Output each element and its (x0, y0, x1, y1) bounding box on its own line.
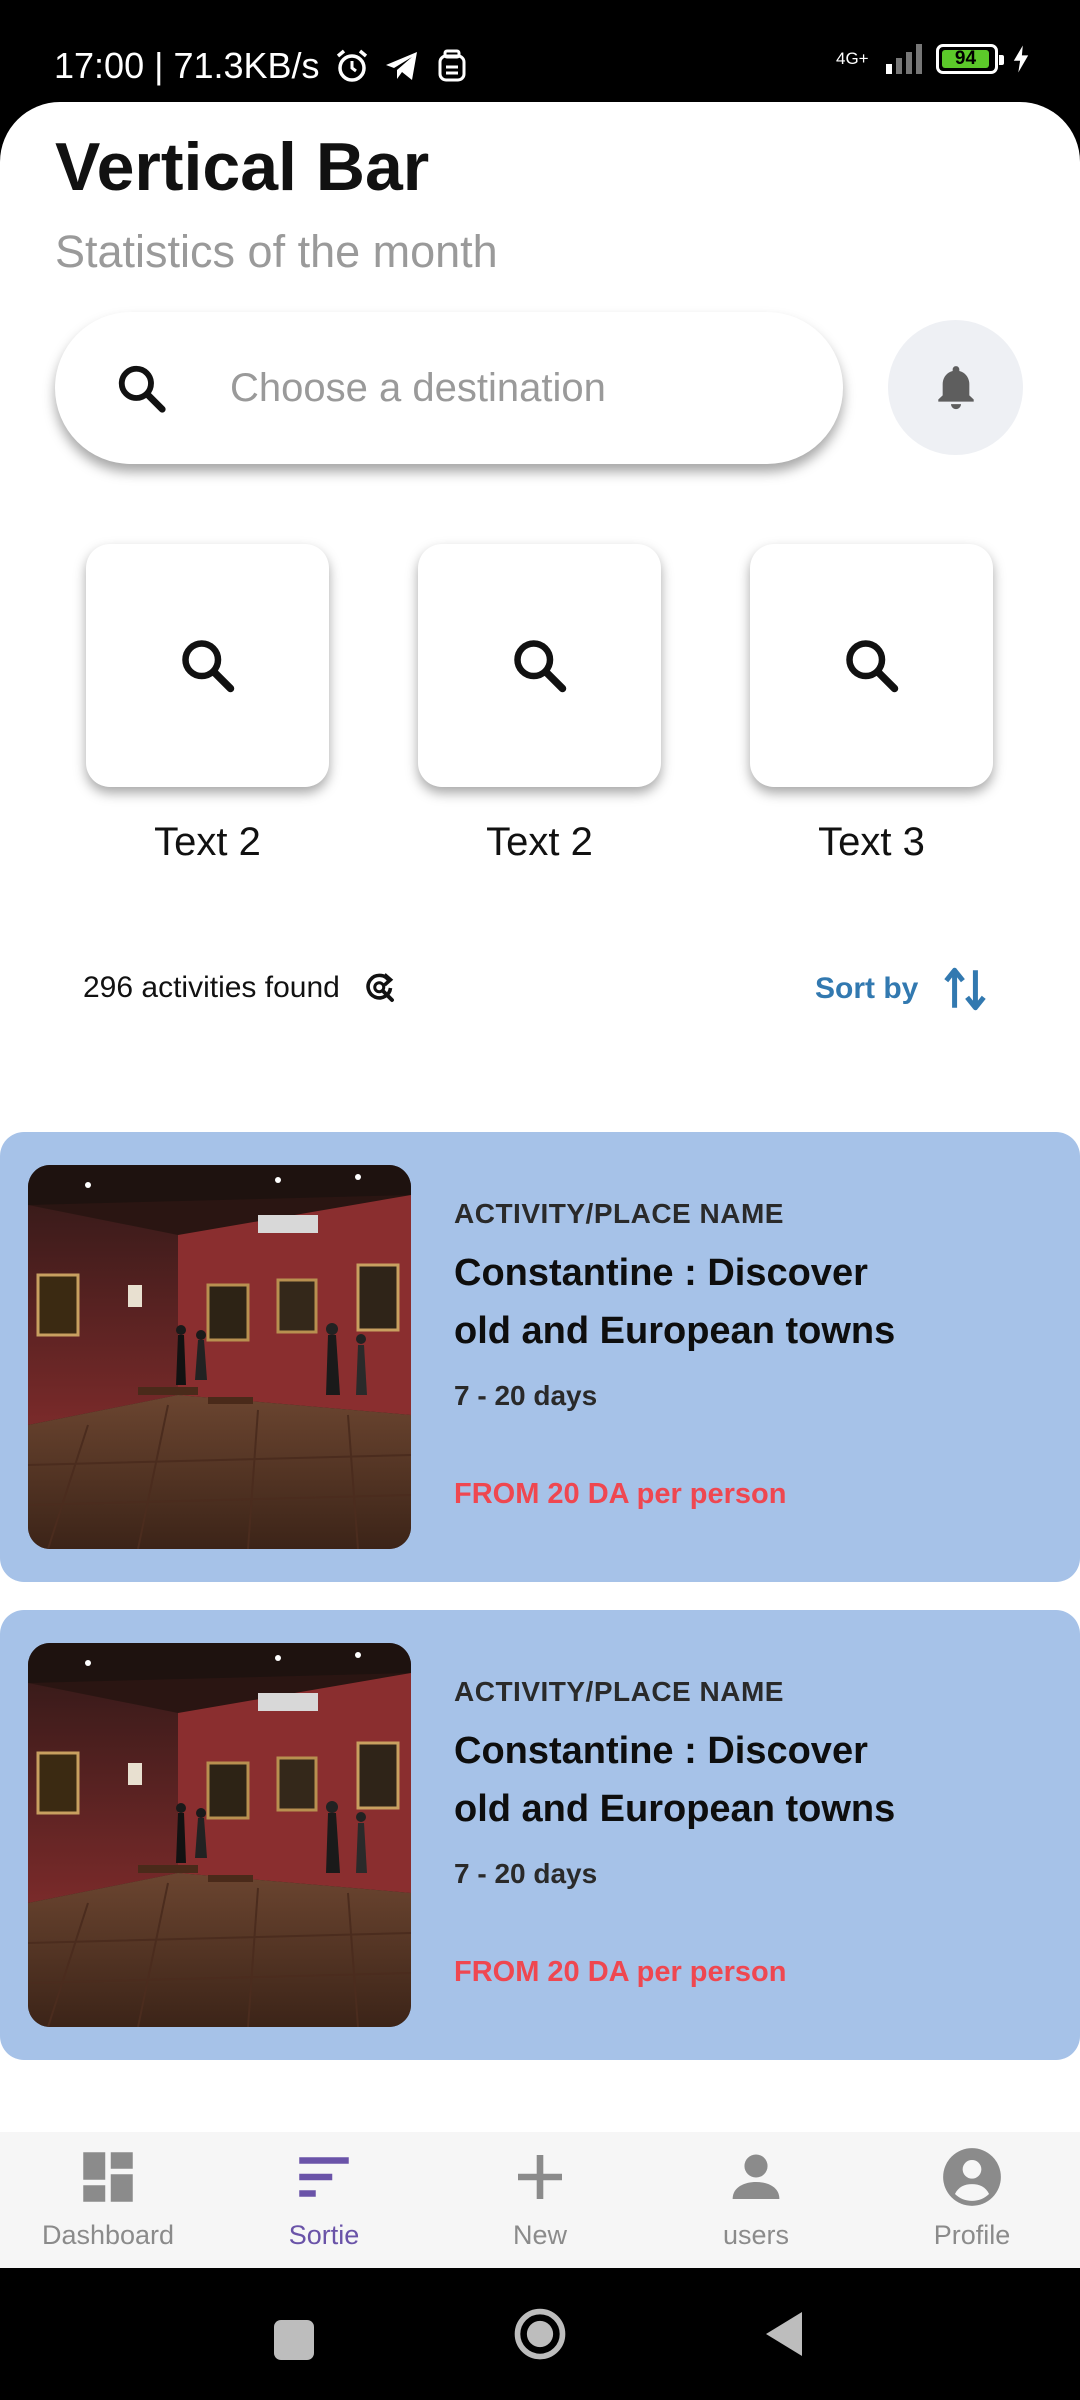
status-right: 4G+ 94 (836, 44, 1030, 74)
sort-arrows-icon (944, 967, 987, 1011)
quick-tile-3[interactable] (750, 544, 993, 787)
recent-apps-icon[interactable] (270, 2302, 318, 2366)
activity-title: Constantine : Discover old and European … (454, 1730, 896, 1830)
account-circle-icon (943, 2148, 1001, 2206)
bottom-navigation: Dashboard Sortie New users Profile (0, 2132, 1080, 2268)
page-title: Vertical Bar (55, 129, 430, 205)
search-icon (514, 640, 567, 693)
activity-eyebrow: ACTIVITY/PLACE NAME (454, 1676, 784, 1707)
charging-icon (1013, 45, 1029, 73)
network-type: 4G+ (836, 49, 869, 68)
quick-tile-1[interactable] (86, 544, 329, 787)
activity-price: FROM 20 DA per person (454, 1478, 787, 1510)
nav-label: New (512, 2220, 567, 2250)
battery-icon: 94 (936, 44, 1004, 74)
search-bar[interactable] (55, 312, 843, 464)
dashboard-icon (83, 2152, 133, 2202)
refresh-search-icon[interactable] (362, 970, 398, 1006)
person-icon (732, 2154, 780, 2199)
signal-icon (886, 44, 922, 74)
plus-icon (518, 2155, 562, 2199)
search-icon (182, 640, 235, 693)
nav-label: Profile (933, 2220, 1011, 2250)
nav-item-dashboard[interactable]: Dashboard (0, 2132, 216, 2268)
bell-icon (938, 366, 974, 410)
activity-eyebrow: ACTIVITY/PLACE NAME (454, 1198, 784, 1229)
activity-duration: 7 - 20 days (454, 1858, 598, 1889)
museum-gallery-image (28, 1165, 411, 1549)
sort-lines-icon (299, 2157, 349, 2197)
nav-item-sortie[interactable]: Sortie (216, 2132, 432, 2268)
activity-image (28, 1165, 411, 1549)
nav-item-profile[interactable]: Profile (864, 2132, 1080, 2268)
main-sheet: Vertical Bar Statistics of the month Tex… (0, 102, 1080, 2268)
search-icon (118, 365, 166, 413)
results-count: 296 activities found (83, 970, 398, 1006)
quick-tile-label: Text 2 (486, 820, 593, 864)
activity-duration: 7 - 20 days (454, 1380, 598, 1411)
sort-by-label: Sort by (815, 972, 919, 1005)
results-count-label: 296 activities found (83, 971, 340, 1004)
vpn-icon (438, 49, 466, 82)
system-navigation-bar (0, 2268, 1080, 2400)
activity-image (28, 1643, 411, 2027)
quick-tile-2[interactable] (418, 544, 661, 787)
sort-by-button[interactable]: Sort by (815, 962, 990, 1016)
alarm-icon (336, 49, 367, 82)
search-input[interactable] (230, 348, 790, 428)
quick-tile-label: Text 2 (154, 820, 261, 864)
activity-card[interactable]: ACTIVITY/PLACE NAME Constantine : Discov… (0, 1132, 1080, 1582)
status-left: 17:00 | 71.3KB/s (54, 44, 470, 88)
activity-card[interactable]: ACTIVITY/PLACE NAME Constantine : Discov… (0, 1610, 1080, 2060)
nav-item-new[interactable]: New (432, 2132, 648, 2268)
nav-label: Sortie (288, 2220, 360, 2250)
home-icon[interactable] (510, 2302, 570, 2366)
nav-item-users[interactable]: users (648, 2132, 864, 2268)
notifications-button[interactable] (888, 320, 1023, 455)
museum-gallery-image (28, 1643, 411, 2027)
nav-label: Dashboard (41, 2220, 175, 2250)
activity-price: FROM 20 DA per person (454, 1956, 787, 1988)
search-icon (846, 640, 899, 693)
page-subtitle: Statistics of the month (55, 226, 498, 277)
activity-title: Constantine : Discover old and European … (454, 1252, 896, 1352)
status-bar: 17:00 | 71.3KB/s 4G+ 94 (0, 0, 1080, 104)
back-icon[interactable] (760, 2302, 808, 2366)
quick-tile-label: Text 3 (818, 820, 925, 864)
battery-level: 94 (942, 49, 989, 68)
nav-label: users (722, 2220, 790, 2250)
telegram-icon (385, 52, 417, 80)
status-time-speed: 17:00 | 71.3KB/s (54, 45, 320, 86)
